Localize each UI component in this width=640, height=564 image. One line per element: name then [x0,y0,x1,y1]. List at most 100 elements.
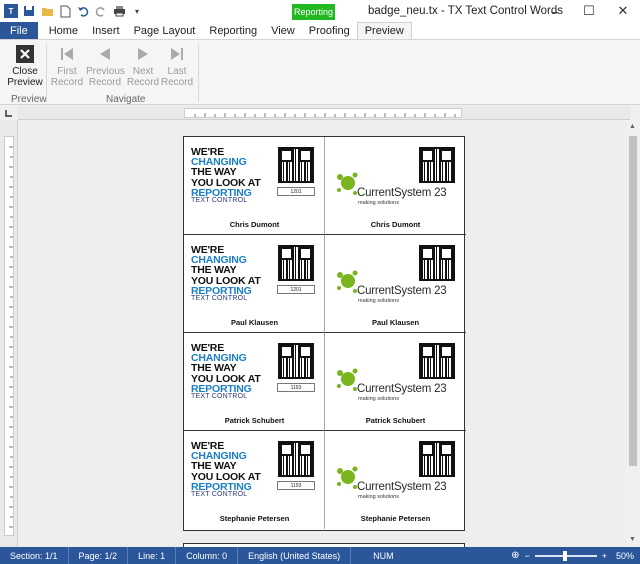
tab-file[interactable]: File [0,22,38,39]
zoom-out-icon[interactable]: − [524,551,529,561]
redo-icon[interactable] [94,4,108,18]
last-record-button[interactable]: Last Record [158,44,196,88]
close-window-button[interactable]: ✕ [606,0,640,22]
tab-view[interactable]: View [264,22,302,39]
tab-preview[interactable]: Preview [356,22,412,39]
ruler-tab-selector[interactable] [0,106,18,120]
scrollbar-thumb[interactable] [629,136,637,466]
currentsystem-logo-dots [337,270,358,293]
currentsystem-logo: CurrentSystem 23 making solutions [335,269,455,309]
print-icon[interactable] [112,4,126,18]
tab-page-layout[interactable]: Page Layout [127,22,203,39]
person-name: Patrick Schubert [224,416,285,425]
ruler-text-area [184,108,462,118]
last-record-label-1: Last [167,66,187,77]
previous-record-button[interactable]: Previous Record [86,44,125,88]
slogan: WE'RE CHANGING THE WAY YOU LOOK AT REPOR… [191,147,261,199]
badge-front: WE'RE CHANGING THE WAY YOU LOOK AT REPOR… [184,431,325,529]
text-control-logo: TEXT CONTROL [191,197,248,204]
status-language[interactable]: English (United States) [238,547,352,564]
slogan: WE'RE CHANGING THE WAY YOU LOOK AT REPOR… [191,245,261,297]
undo-icon[interactable] [76,4,90,18]
horizontal-ruler[interactable] [18,106,630,120]
next-record-button[interactable]: Next Record [124,44,162,88]
currentsystem-logo: CurrentSystem 23 making solutions [335,171,455,211]
previous-record-icon [86,44,124,64]
currentsystem-name: CurrentSystem 23 [357,481,447,493]
currentsystem-name: CurrentSystem 23 [357,383,447,395]
ribbon-tabs: File Home Insert Page Layout Reporting V… [0,22,640,39]
zoom-slider[interactable] [534,550,597,561]
badge-back: CurrentSystem 23 making solutions Patric… [325,333,466,431]
person-name: Chris Dumont [370,220,421,229]
chevron-down-icon[interactable]: ▾ [130,4,144,18]
group-separator [198,44,199,102]
currentsystem-name: CurrentSystem 23 [357,187,447,199]
person-name: Paul Klausen [230,318,279,327]
close-icon [6,44,44,64]
previous-record-label-2: Record [88,76,122,88]
currentsystem-tagline: making solutions [358,494,399,500]
group-separator [46,44,47,102]
slogan: WE'RE CHANGING THE WAY YOU LOOK AT REPOR… [191,343,261,395]
save-icon[interactable] [22,4,36,18]
tab-reporting[interactable]: Reporting [202,22,264,39]
tab-insert[interactable]: Insert [85,22,127,39]
slogan: WE'RE CHANGING THE WAY YOU LOOK AT REPOR… [191,441,261,493]
tab-proofing[interactable]: Proofing [302,22,357,39]
tab-home[interactable]: Home [42,22,85,39]
scroll-down-icon[interactable]: ▼ [629,536,636,543]
document-page[interactable]: WE'RE CHANGING THE WAY YOU LOOK AT REPOR… [183,136,466,531]
person-name: Chris Dumont [229,220,280,229]
person-name: Stephanie Petersen [360,514,431,523]
currentsystem-logo: CurrentSystem 23 making solutions [335,465,455,505]
scroll-up-icon[interactable]: ▲ [629,123,636,130]
first-record-label-2: Record [50,76,84,88]
zoom-slider-knob[interactable] [562,550,567,561]
status-section: Section: 1/1 [0,547,69,564]
zoom-in-icon[interactable]: + [602,551,607,561]
zoom-level[interactable]: 50% [616,551,634,561]
app-icon[interactable]: T [4,4,18,18]
currentsystem-tagline: making solutions [358,396,399,402]
qr-code [278,147,314,183]
status-num-lock: NUM [373,550,394,561]
badge-id: 1201 [277,285,315,294]
status-bar: Section: 1/1 Page: 1/2 Line: 1 Column: 0… [0,547,640,564]
minimize-icon: – [551,3,559,19]
fit-page-icon[interactable]: ⊕ [511,550,519,561]
person-name: Patrick Schubert [365,416,426,425]
text-control-logo: TEXT CONTROL [191,295,248,302]
badge-front: WE'RE CHANGING THE WAY YOU LOOK AT REPOR… [184,137,325,235]
document-workspace[interactable]: WE'RE CHANGING THE WAY YOU LOOK AT REPOR… [18,120,626,547]
vertical-scrollbar[interactable]: ▲ ▼ [626,120,640,547]
currentsystem-logo-dots [337,172,358,195]
currentsystem-logo: CurrentSystem 23 making solutions [335,367,455,407]
currentsystem-logo-dots [337,368,358,391]
qr-code [278,343,314,379]
minimize-button[interactable]: – [538,0,572,22]
folder-icon[interactable] [40,4,54,18]
text-control-logo: TEXT CONTROL [191,491,248,498]
vertical-ruler[interactable] [0,120,18,547]
last-record-icon [158,44,196,64]
previous-record-label-1: Previous [86,66,125,77]
currentsystem-tagline: making solutions [358,200,399,206]
maximize-button[interactable]: ☐ [572,0,606,22]
ruler-text-area [4,136,14,536]
quick-access-toolbar: T ▾ [0,0,144,22]
currentsystem-logo-dots [337,466,358,489]
ribbon-panel: Close Preview Preview First Record Previ… [0,39,640,105]
title-bar: T ▾ Reporting badge_neu.tx - TX Text Con… [0,0,640,22]
context-tab-group-reporting: Reporting [292,4,335,20]
close-preview-label-1: Close [12,66,38,77]
group-label-preview: Preview [11,94,47,105]
close-preview-button[interactable]: Close Preview [6,44,44,88]
next-record-label-2: Record [126,76,160,88]
first-record-button[interactable]: First Record [48,44,86,88]
new-document-icon[interactable] [58,4,72,18]
maximize-icon: ☐ [583,3,595,18]
first-record-label-1: First [57,66,77,77]
badge-back: CurrentSystem 23 making solutions Chris … [325,137,466,235]
next-record-icon [124,44,162,64]
